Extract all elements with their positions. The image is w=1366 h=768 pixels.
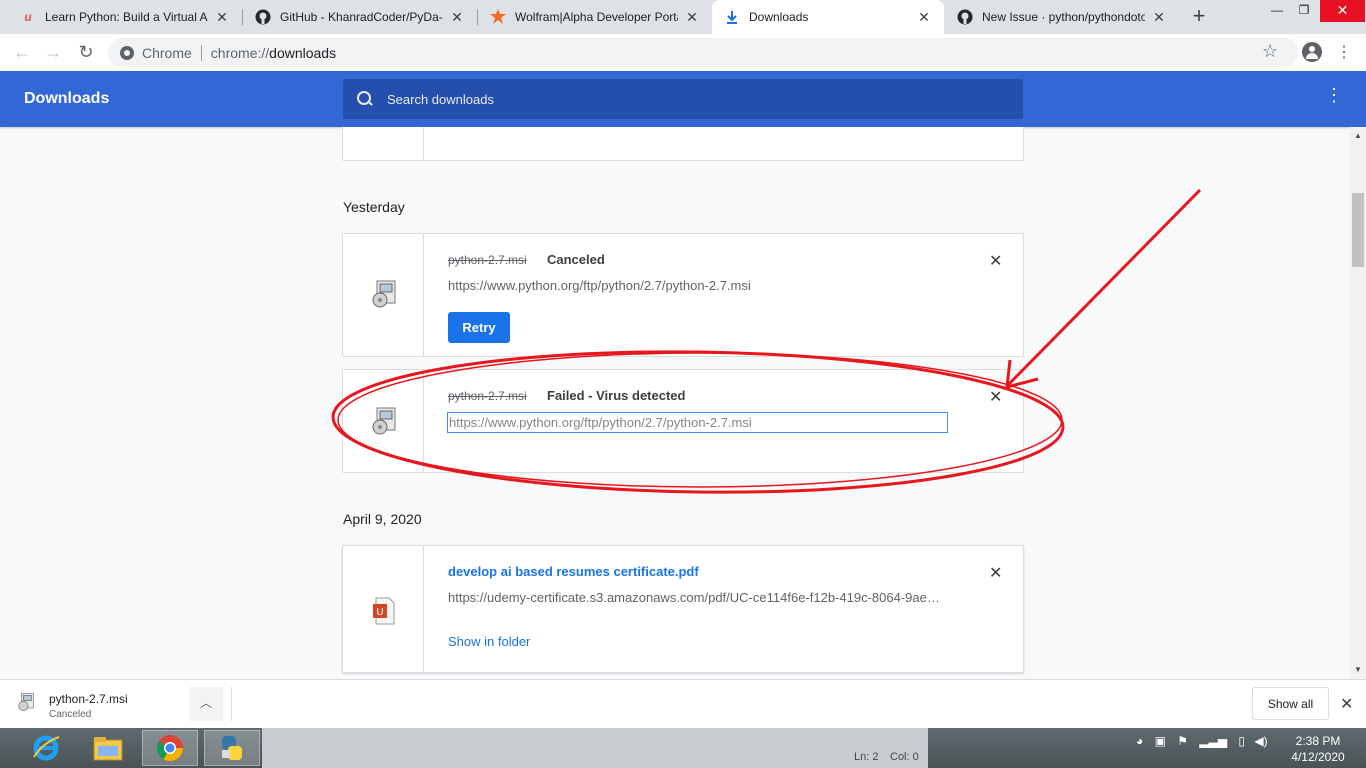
clock-date: 4/12/2020 [1291,750,1345,764]
download-card: python-2.7.msi Canceled https://www.pyth… [342,233,1024,357]
pdf-file-icon: U [373,597,395,625]
tab-github[interactable]: GitHub - KhanradCoder/PyDa-C ✕ [243,0,477,34]
tab-wolfram[interactable]: Wolfram|Alpha Developer Porta ✕ [478,0,712,34]
download-status: Failed - Virus detected [547,388,686,403]
scrollbar-thumb[interactable] [1352,193,1364,267]
download-shelf: python-2.7.msi Canceled ︿ Show all ✕ [0,679,1366,728]
file-name[interactable]: python-2.7.msi [448,253,527,267]
python-taskbar-icon[interactable] [204,730,260,766]
tab-strip: u Learn Python: Build a Virtual Ass ✕ Gi… [0,0,1366,34]
clock-time: 2:38 PM [1295,734,1341,748]
more-actions-icon[interactable]: ⋮ [1325,86,1343,104]
installer-file-icon [372,280,396,308]
close-shelf-icon[interactable]: ✕ [1340,694,1353,714]
chrome-taskbar-icon[interactable] [142,730,198,766]
section-date: April 9, 2020 [343,511,422,527]
background-window-statusbar: Ln: 2 Col: 0 [262,728,928,768]
reload-icon[interactable]: ↻ [74,41,98,65]
download-url[interactable]: https://www.python.org/ftp/python/2.7/py… [447,412,948,433]
download-url[interactable]: https://www.python.org/ftp/python/2.7/py… [448,278,751,293]
language-icon[interactable]: ▣ [1155,734,1166,748]
battery-icon[interactable]: ▯ [1238,734,1245,748]
system-tray: ◕ ▣ ⚑ ▂▃▅ ▯ ◀) [1136,734,1268,762]
address-bar[interactable]: Chrome chrome:// downloads [108,38,1298,67]
search-icon [357,91,373,107]
shelf-file-name[interactable]: python-2.7.msi [49,692,128,706]
file-name-link[interactable]: develop ai based resumes certificate.pdf [448,564,699,579]
close-icon[interactable]: ✕ [1151,9,1167,26]
installer-file-icon [18,693,34,711]
window-close-button[interactable]: ✕ [1320,0,1365,22]
remove-icon[interactable]: ✕ [989,251,1002,271]
github-icon [957,9,973,25]
new-tab-button[interactable]: + [1186,4,1212,30]
omnibox-path: downloads [269,44,337,61]
page-title: Downloads [24,90,110,107]
close-icon[interactable]: ✕ [449,9,465,26]
account-icon[interactable] [1302,42,1322,62]
minimize-button[interactable]: — [1262,0,1292,22]
downloads-list: Yesterday python-2.7.msi Canceled https:… [0,127,1350,679]
omnibox-label: Chrome [142,44,192,61]
svg-text:U: U [376,607,383,618]
tab-title: Wolfram|Alpha Developer Porta [515,10,678,24]
scrollbar[interactable]: ▲ ▼ [1350,127,1366,679]
status-line: Ln: 2 [854,751,879,763]
chevron-up-icon[interactable]: ︿ [189,687,223,721]
forward-icon[interactable]: → [41,41,65,65]
browser-menu-icon[interactable]: ⋮ [1336,42,1352,62]
tab-udemy[interactable]: u Learn Python: Build a Virtual Ass ✕ [8,0,242,34]
download-card-partial [342,127,1024,161]
tab-title: Downloads [749,10,809,24]
wolfram-icon [490,9,506,25]
omnibox-scheme: chrome:// [210,44,270,61]
browser-toolbar: ← → ↻ Chrome chrome:// downloads [0,34,1366,71]
network-globe-icon[interactable]: ◕ [1136,734,1143,748]
volume-icon[interactable]: ◀) [1254,734,1267,748]
show-all-button[interactable]: Show all [1252,687,1329,720]
download-url[interactable]: https://udemy-certificate.s3.amazonaws.c… [448,590,940,605]
installer-file-icon [372,407,396,435]
file-explorer-icon[interactable] [80,730,136,766]
internet-explorer-icon[interactable] [18,730,74,766]
tab-new-issue[interactable]: New Issue · python/pythondoto ✕ [945,0,1179,34]
downloads-header: Downloads ⋮ [0,71,1366,127]
close-icon[interactable]: ✕ [214,9,230,26]
scroll-down-icon[interactable]: ▼ [1354,665,1362,674]
show-in-folder-link[interactable]: Show in folder [448,634,530,649]
back-icon[interactable]: ← [10,41,34,65]
system-clock[interactable]: 2:38 PM 4/12/2020 [1286,733,1350,765]
tab-title: New Issue · python/pythondoto [982,10,1145,24]
download-card: python-2.7.msi Failed - Virus detected h… [342,369,1024,473]
section-date: Yesterday [343,199,405,215]
close-icon[interactable]: ✕ [684,9,700,26]
shelf-download-item[interactable] [16,692,36,712]
download-status: Canceled [547,252,605,267]
tab-title: Learn Python: Build a Virtual Ass [45,10,208,24]
bookmark-star-icon[interactable]: ☆ [1262,41,1278,62]
shelf-status: Canceled [49,709,92,720]
scroll-up-icon[interactable]: ▲ [1354,131,1362,140]
close-icon[interactable]: ✕ [916,9,932,26]
signal-icon[interactable]: ▂▃▅ [1199,734,1227,748]
status-col: Col: 0 [890,751,919,763]
download-card: U develop ai based resumes certificate.p… [342,545,1024,673]
retry-button[interactable]: Retry [448,312,510,343]
chrome-icon [120,45,134,60]
tab-title: GitHub - KhanradCoder/PyDa-C [280,10,443,24]
github-icon [255,9,271,25]
search-bar[interactable] [343,79,1023,119]
tab-downloads[interactable]: Downloads ✕ [712,0,944,34]
remove-icon[interactable]: ✕ [989,563,1002,583]
udemy-icon: u [24,10,32,24]
remove-icon[interactable]: ✕ [989,387,1002,407]
file-name[interactable]: python-2.7.msi [448,389,527,403]
action-center-flag-icon[interactable]: ⚑ [1177,734,1188,748]
search-input[interactable] [387,91,987,107]
download-icon [724,9,740,25]
restore-button[interactable]: ❐ [1289,0,1319,22]
